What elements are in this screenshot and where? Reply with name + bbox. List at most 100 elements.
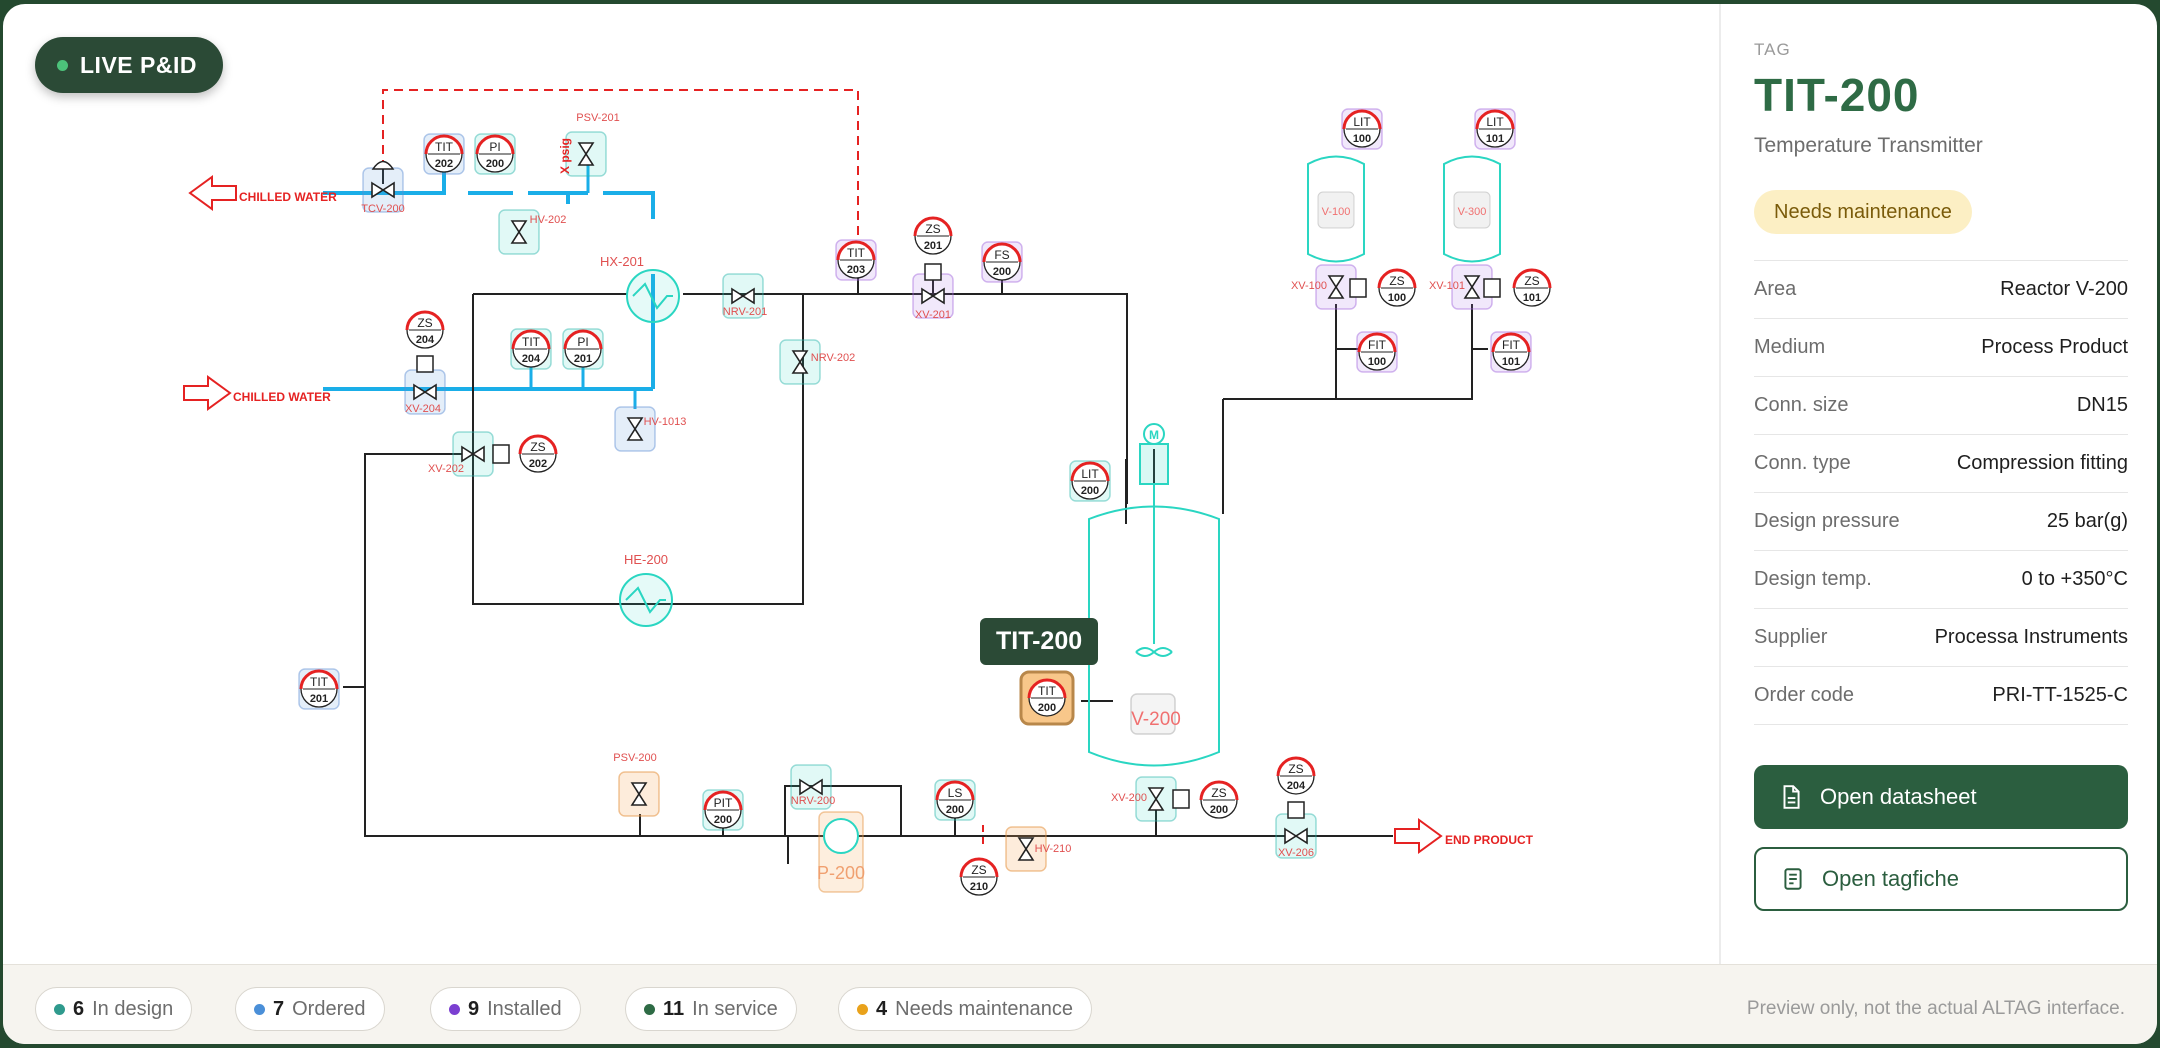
pid-canvas[interactable]: TIT 202 PI 200 TIT 203 ZS 201 FS 200 ZS 204 TIT 204 PI… <box>3 4 1719 964</box>
instrument-fs200[interactable]: FS 200 <box>981 241 1023 283</box>
stream-chilled-water-out[interactable]: CHILLED WATER <box>188 175 337 211</box>
instrument-number: 200 <box>993 266 1011 278</box>
heat-exchanger-hx201[interactable]: HX-201 <box>600 254 680 323</box>
instrument-function: ZS <box>925 222 940 236</box>
open-tagfiche-label: Open tagfiche <box>1822 866 1959 891</box>
equipment-label: V-200 <box>1131 709 1181 730</box>
instrument-tit200[interactable]: TIT 200 <box>1019 670 1075 726</box>
tank-v100[interactable]: V-100 <box>1307 155 1365 263</box>
property-label: Conn. size <box>1754 394 1849 416</box>
instrument-function: LIT <box>1081 467 1099 481</box>
filter-chip-needs-maintenance[interactable]: 4 Needs maintenance <box>838 987 1093 1031</box>
open-datasheet-label: Open datasheet <box>1820 784 1977 809</box>
status-dot <box>449 1003 460 1015</box>
instrument-function: ZS <box>1524 274 1539 288</box>
valve-xv200[interactable]: XV-200 <box>1111 776 1177 822</box>
valve-psv200[interactable]: PSV-200 <box>613 752 660 817</box>
chip-count: 9 <box>468 997 480 1020</box>
pump-p200[interactable]: P-200 <box>817 811 865 893</box>
instrument-zs202[interactable]: ZS 202 <box>518 434 558 473</box>
instrument-pi200[interactable]: PI 200 <box>474 133 516 175</box>
stream-end-product[interactable]: END PRODUCT <box>1394 818 1534 854</box>
motor-label: M <box>1149 428 1159 442</box>
chip-label: Ordered <box>292 997 366 1020</box>
instrument-zs204a[interactable]: ZS 204 <box>405 310 445 349</box>
chip-count: 4 <box>876 997 888 1020</box>
valve-label: PSV-201 <box>576 112 619 124</box>
pid-diagram[interactable]: TIT 202 PI 200 TIT 203 ZS 201 FS 200 ZS 204 TIT 204 PI… <box>3 4 1719 964</box>
valve-label: XV-201 <box>915 309 951 321</box>
instrument-zs100[interactable]: ZS 100 <box>1377 268 1417 307</box>
instrument-zs200[interactable]: ZS 200 <box>1199 780 1239 819</box>
valve-tcv200[interactable]: TCV-200 <box>361 167 405 215</box>
status-dot <box>644 1003 655 1015</box>
instrument-fit101[interactable]: FIT 101 <box>1490 331 1532 373</box>
instrument-tit201[interactable]: TIT 201 <box>298 668 340 710</box>
valve-nrv201[interactable]: NRV-201 <box>722 273 767 319</box>
diaphragm-actuator-icon <box>371 160 395 170</box>
instrument-pit200[interactable]: PIT 200 <box>702 789 744 831</box>
instrument-lit200[interactable]: LIT 200 <box>1069 460 1111 502</box>
valve-xv201[interactable]: XV-201 <box>912 273 954 321</box>
valve-psv201[interactable]: PSV-201 <box>565 112 620 177</box>
valve-label: HV-1013 <box>644 416 687 428</box>
valve-hv202[interactable]: HV-202 <box>498 209 566 255</box>
open-datasheet-button[interactable]: Open datasheet <box>1754 765 2128 829</box>
instrument-lit100[interactable]: LIT 100 <box>1341 108 1383 150</box>
list-document-icon <box>1784 868 1802 890</box>
heat-exchanger-he200[interactable]: HE-200 <box>619 552 673 627</box>
instrument-function: PI <box>489 140 500 154</box>
property-value: DN15 <box>2076 394 2128 416</box>
valve-hv1013[interactable]: HV-1013 <box>614 406 687 452</box>
chip-label: In service <box>692 997 778 1020</box>
instrument-function: LIT <box>1353 115 1371 129</box>
valve-label: PSV-200 <box>613 752 656 764</box>
instrument-lit101[interactable]: LIT 101 <box>1474 108 1516 150</box>
instrument-pi201[interactable]: PI 201 <box>562 328 604 370</box>
valve-xv206[interactable]: XV-206 <box>1275 813 1317 859</box>
filter-chip-ordered[interactable]: 7 Ordered <box>235 987 385 1031</box>
chip-label: In design <box>92 997 174 1020</box>
stream-label: CHILLED WATER <box>233 390 331 404</box>
instrument-tit203[interactable]: TIT 203 <box>835 239 877 281</box>
valve-xv204[interactable]: XV-204 <box>404 369 446 415</box>
equipment-label: V-100 <box>1322 206 1351 218</box>
valve-nrv202[interactable]: NRV-202 <box>779 339 855 385</box>
instrument-zs201[interactable]: ZS 201 <box>913 216 953 255</box>
valve-xv100[interactable]: XV-100 <box>1291 264 1357 310</box>
instrument-fit100[interactable]: FIT 100 <box>1356 331 1398 373</box>
valve-label: TCV-200 <box>361 203 404 215</box>
instrument-ls200[interactable]: LS 200 <box>934 779 976 821</box>
instrument-tit202[interactable]: TIT 202 <box>423 133 465 175</box>
live-status-dot <box>57 59 68 71</box>
chip-count: 6 <box>73 997 85 1020</box>
instrument-function: FIT <box>1368 338 1387 352</box>
instrument-zs101[interactable]: ZS 101 <box>1512 268 1552 307</box>
stream-chilled-water-in[interactable]: CHILLED WATER <box>183 375 331 411</box>
instrument-number: 100 <box>1353 133 1371 145</box>
valve-hv210[interactable]: HV-210 <box>1005 826 1071 872</box>
valve-label: NRV-202 <box>811 352 855 364</box>
property-row-design-temp: Design temp. 0 to +350°C <box>1754 550 2128 608</box>
valve-xv101[interactable]: XV-101 <box>1429 264 1493 310</box>
instrument-zs204b[interactable]: ZS 204 <box>1276 756 1316 795</box>
tank-v300[interactable]: V-300 <box>1443 155 1501 263</box>
filter-chip-installed[interactable]: 9 Installed <box>430 987 581 1031</box>
instrument-number: 200 <box>486 158 504 170</box>
instrument-number: 101 <box>1486 133 1504 145</box>
filter-chip-in-service[interactable]: 11 In service <box>625 987 797 1031</box>
instrument-zs210[interactable]: ZS 210 <box>959 857 999 896</box>
instrument-tit204[interactable]: TIT 204 <box>510 328 552 370</box>
selected-tag-tooltip: TIT-200 <box>980 618 1099 665</box>
valve-label: XV-101 <box>1429 280 1465 292</box>
instrument-function: TIT <box>310 675 329 689</box>
property-row-medium: Medium Process Product <box>1754 318 2128 376</box>
filter-chip-in-design[interactable]: 6 In design <box>35 987 193 1031</box>
open-tagfiche-button[interactable]: Open tagfiche <box>1754 847 2128 911</box>
valve-nrv200[interactable]: NRV-200 <box>790 764 835 810</box>
valve-label: NRV-200 <box>791 795 835 807</box>
stream-arrow-icon <box>183 375 232 411</box>
valve-label: XV-202 <box>428 463 464 475</box>
instrument-number: 200 <box>1038 702 1056 714</box>
instrument-number: 202 <box>529 458 547 470</box>
